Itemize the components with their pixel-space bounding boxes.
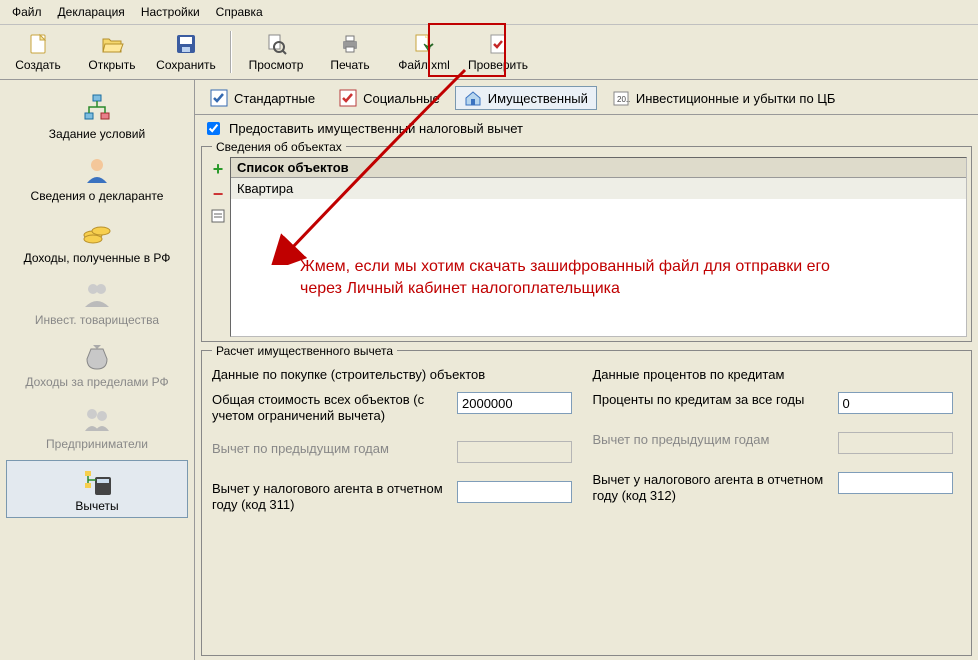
open-button[interactable]: Открыть — [76, 29, 148, 75]
calendar-icon: 20.. — [612, 89, 630, 107]
menu-declaration[interactable]: Декларация — [52, 3, 131, 21]
object-list-header: Список объектов — [231, 158, 966, 178]
file-xml-icon — [412, 32, 436, 56]
tab-property[interactable]: Имущественный — [455, 86, 597, 110]
house-icon — [464, 89, 482, 107]
new-file-icon — [26, 32, 50, 56]
people-icon — [81, 403, 113, 435]
sidebar-item-invest[interactable]: Инвест. товарищества — [6, 274, 188, 332]
annotation-text: Жмем, если мы хотим скачать зашифрованны… — [300, 256, 860, 299]
save-button[interactable]: Сохранить — [150, 29, 222, 75]
object-list[interactable]: Список объектов Квартира — [230, 157, 967, 337]
edit-object-button[interactable] — [206, 209, 230, 226]
open-label: Открыть — [88, 58, 135, 72]
checkbox-blue-icon — [210, 89, 228, 107]
prev-years-label-left: Вычет по предыдущим годам — [212, 441, 447, 457]
total-cost-input[interactable] — [457, 392, 572, 414]
remove-object-button[interactable]: − — [206, 184, 230, 205]
menu-settings[interactable]: Настройки — [135, 3, 206, 21]
save-label: Сохранить — [156, 58, 216, 72]
preview-button[interactable]: Просмотр — [240, 29, 312, 75]
agent-left-label: Вычет у налогового агента в отчетном год… — [212, 481, 447, 512]
checkbox-red-icon — [339, 89, 357, 107]
prev-years-input-right[interactable] — [838, 432, 953, 454]
print-icon — [338, 32, 362, 56]
deduction-tabs: Стандартные Социальные Имущественный 20.… — [195, 80, 978, 115]
person-icon — [81, 155, 113, 187]
menu-file[interactable]: Файл — [6, 3, 48, 21]
agent-left-input[interactable] — [457, 481, 572, 503]
sidebar-item-conditions[interactable]: Задание условий — [6, 88, 188, 146]
save-icon — [174, 32, 198, 56]
check-button[interactable]: Проверить — [462, 29, 534, 75]
xml-label: Файл xml — [398, 58, 450, 72]
calculation-fieldset: Расчет имущественного вычета Данные по п… — [201, 350, 972, 656]
calculation-legend: Расчет имущественного вычета — [212, 344, 397, 358]
tab-social[interactable]: Социальные — [330, 86, 449, 110]
object-row[interactable]: Квартира — [231, 178, 966, 199]
xml-button[interactable]: Файл xml — [388, 29, 460, 75]
main-toolbar: Создать Открыть Сохранить Просмотр Печат… — [0, 25, 978, 80]
provide-deduction-label: Предоставить имущественный налоговый выч… — [229, 121, 523, 136]
percent-label: Проценты по кредитам за все годы — [593, 392, 828, 408]
check-icon — [486, 32, 510, 56]
sidebar-item-entrepreneurs[interactable]: Предприниматели — [6, 398, 188, 456]
preview-label: Просмотр — [249, 58, 304, 72]
sidebar: Задание условий Сведения о декларанте До… — [0, 80, 195, 660]
sidebar-item-income-rf[interactable]: Доходы, полученные в РФ — [6, 212, 188, 270]
objects-fieldset: Сведения об объектах + − Список объектов… — [201, 146, 972, 342]
right-column-head: Данные процентов по кредитам — [593, 367, 962, 382]
objects-legend: Сведения об объектах — [212, 140, 346, 154]
create-button[interactable]: Создать — [2, 29, 74, 75]
menu-bar: Файл Декларация Настройки Справка — [0, 0, 978, 25]
coins-icon — [81, 217, 113, 249]
sidebar-item-deductions[interactable]: Вычеты — [6, 460, 188, 518]
money-bag-icon — [81, 341, 113, 373]
tab-invest[interactable]: 20.. Инвестиционные и убытки по ЦБ — [603, 86, 845, 110]
percent-input[interactable] — [838, 392, 953, 414]
total-cost-label: Общая стоимость всех объектов (с учетом … — [212, 392, 447, 423]
print-button[interactable]: Печать — [314, 29, 386, 75]
prev-years-input-left[interactable] — [457, 441, 572, 463]
open-folder-icon — [100, 32, 124, 56]
preview-icon — [264, 32, 288, 56]
provide-deduction-checkbox[interactable] — [207, 122, 220, 135]
agent-right-input[interactable] — [838, 472, 953, 494]
prev-years-label-right: Вычет по предыдущим годам — [593, 432, 828, 448]
menu-help[interactable]: Справка — [210, 3, 269, 21]
toolbar-separator — [230, 31, 232, 73]
left-column-head: Данные по покупке (строительству) объект… — [212, 367, 581, 382]
create-label: Создать — [15, 58, 61, 72]
flowchart-icon — [81, 93, 113, 125]
sidebar-item-declarant[interactable]: Сведения о декларанте — [6, 150, 188, 208]
tab-standard[interactable]: Стандартные — [201, 86, 324, 110]
agent-right-label: Вычет у налогового агента в отчетном год… — [593, 472, 828, 503]
edit-icon — [211, 209, 225, 223]
print-label: Печать — [330, 58, 369, 72]
calculator-icon — [81, 465, 113, 497]
partnership-icon — [81, 279, 113, 311]
add-object-button[interactable]: + — [206, 159, 230, 180]
svg-text:20..: 20.. — [617, 95, 630, 104]
main-panel: Стандартные Социальные Имущественный 20.… — [195, 80, 978, 660]
sidebar-item-income-abroad[interactable]: Доходы за пределами РФ — [6, 336, 188, 394]
check-label: Проверить — [468, 58, 528, 72]
